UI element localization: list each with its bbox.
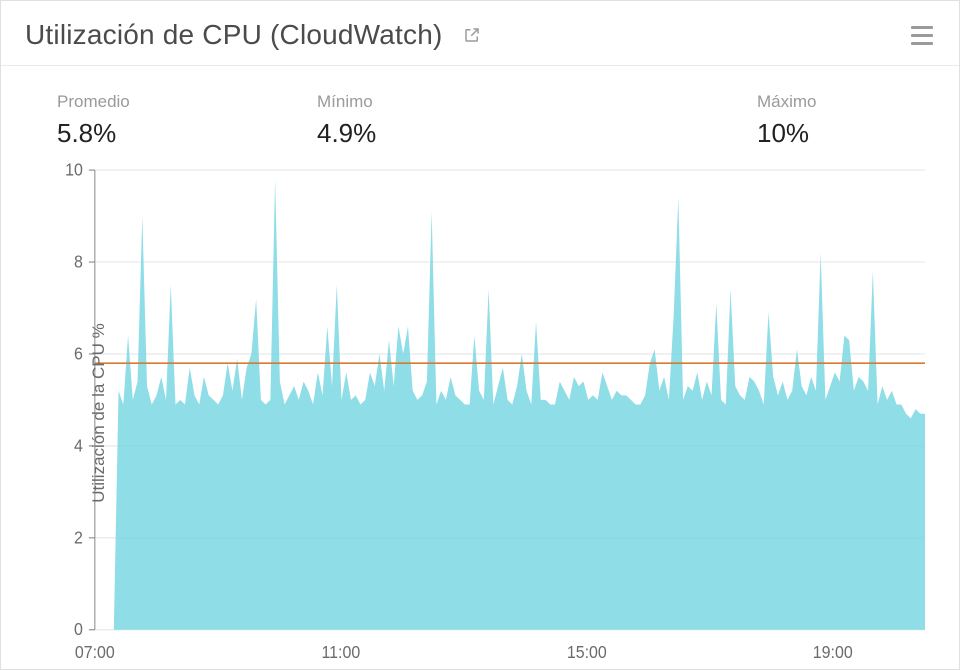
stat-average-label: Promedio: [57, 92, 317, 112]
y-tick-label: 8: [74, 252, 83, 272]
y-tick-label: 2: [74, 528, 83, 548]
x-tick-label: 07:00: [75, 642, 115, 662]
y-tick-label: 4: [74, 436, 83, 456]
cpu-utilization-panel: Utilización de CPU (CloudWatch) Promedio…: [0, 0, 960, 670]
hamburger-menu-icon[interactable]: [909, 22, 935, 48]
y-axis-title: Utilización de la CPU %: [89, 323, 109, 503]
stat-minimum-value: 4.9%: [317, 118, 757, 149]
y-tick-label: 0: [74, 620, 83, 640]
x-tick-label: 11:00: [321, 642, 360, 662]
panel-header: Utilización de CPU (CloudWatch): [1, 1, 959, 66]
y-tick-label: 10: [65, 160, 83, 180]
cpu-area-series: [95, 179, 925, 630]
external-link-icon[interactable]: [461, 24, 483, 46]
stat-minimum-label: Mínimo: [317, 92, 757, 112]
chart-area: Utilización de la CPU % 0 2 4 6 8 10 07:00 11:0…: [1, 157, 959, 669]
stat-average-value: 5.8%: [57, 118, 317, 149]
stat-maximum-label: Máximo: [757, 92, 817, 112]
stat-minimum: Mínimo 4.9%: [317, 92, 757, 149]
stat-maximum: Máximo 10%: [757, 92, 817, 149]
x-tick-label: 15:00: [567, 642, 607, 662]
summary-stats: Promedio 5.8% Mínimo 4.9% Máximo 10%: [1, 66, 959, 157]
cpu-area-chart: 0 2 4 6 8 10 07:00 11:00 15:00 19:00: [25, 157, 935, 669]
stat-maximum-value: 10%: [757, 118, 817, 149]
panel-title: Utilización de CPU (CloudWatch): [25, 19, 443, 51]
stat-average: Promedio 5.8%: [57, 92, 317, 149]
x-tick-label: 19:00: [813, 642, 853, 662]
panel-title-group: Utilización de CPU (CloudWatch): [25, 19, 483, 51]
y-tick-label: 6: [74, 344, 83, 364]
